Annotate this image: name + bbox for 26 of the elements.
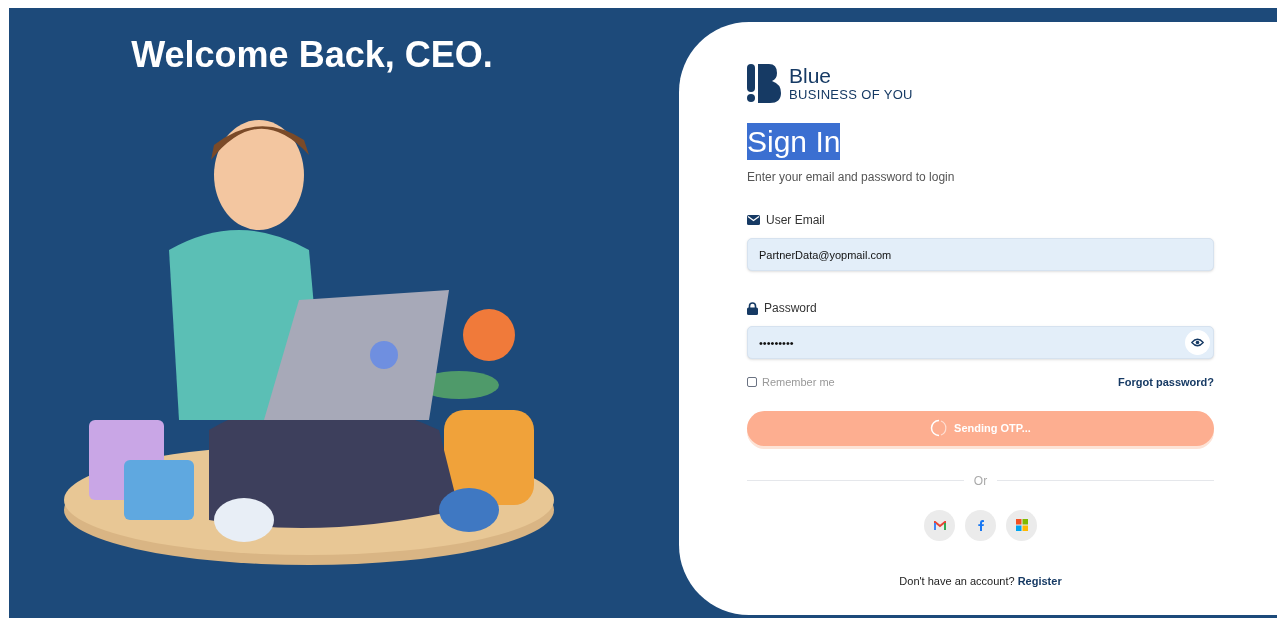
welcome-title: Welcome Back, CEO.: [131, 33, 493, 77]
password-field[interactable]: •••••••••: [747, 326, 1214, 359]
eye-icon: [1191, 338, 1204, 347]
email-field[interactable]: PartnerData@yopmail.com: [747, 238, 1214, 271]
sign-in-heading: Sign In: [747, 123, 841, 160]
microsoft-button[interactable]: [1006, 509, 1037, 541]
remember-checkbox[interactable]: [747, 377, 757, 388]
remember-label: Remember me: [762, 375, 835, 390]
brand-name: Blue: [789, 65, 833, 86]
facebook-button[interactable]: [965, 509, 996, 541]
brand-tagline: BUSINESS OF YOU: [789, 88, 913, 101]
envelope-icon: [747, 215, 760, 225]
field-label: Password: [764, 300, 817, 317]
spinner-icon: [930, 419, 949, 437]
lock-icon: [747, 301, 758, 315]
gmail-button[interactable]: [924, 509, 955, 541]
subtitle: Enter your email and password to login: [747, 169, 956, 186]
register-link[interactable]: Register: [1017, 574, 1062, 587]
forgot-password-link[interactable]: Forgot password?: [1118, 374, 1214, 391]
field-label: User Email: [766, 212, 825, 229]
facebook-icon: [977, 519, 984, 531]
or-divider-text: Or: [973, 472, 988, 490]
mail-m-icon: [933, 520, 946, 530]
logo-icon: [747, 63, 781, 103]
register-prompt: Don't have an account? Register: [898, 573, 1063, 589]
windows-icon: [1015, 519, 1028, 531]
